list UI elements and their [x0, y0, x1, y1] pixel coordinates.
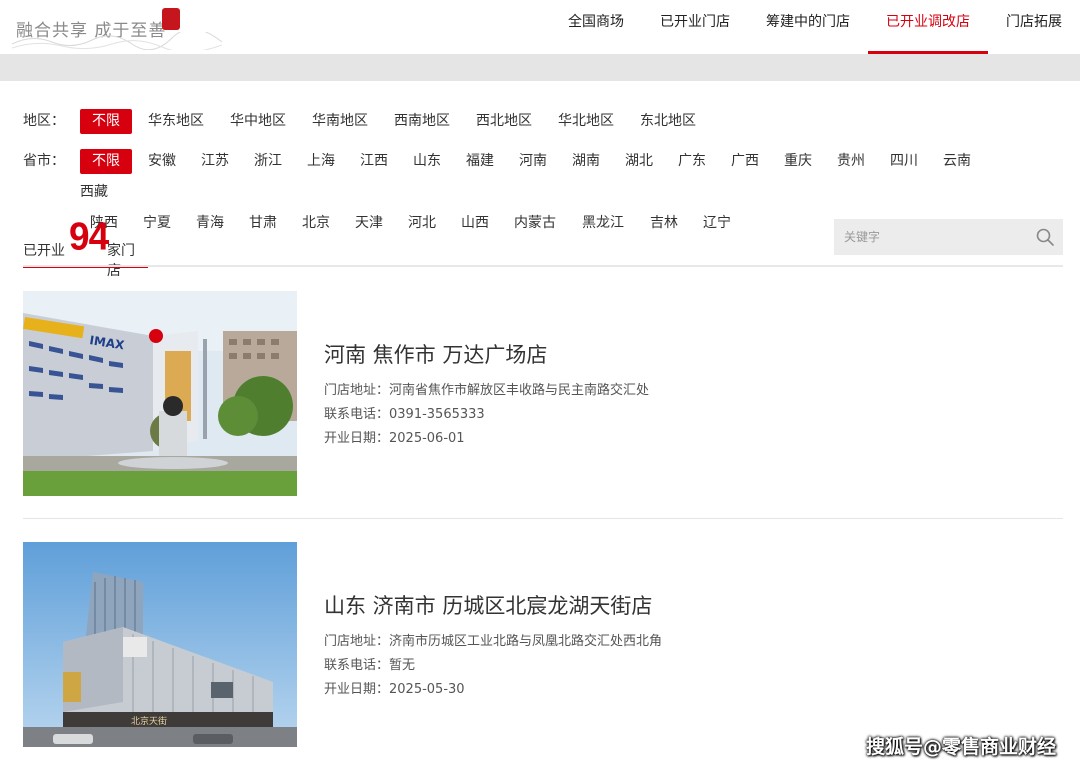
province-option-unlimited[interactable]: 不限	[80, 149, 132, 174]
province-option[interactable]: 四川	[890, 149, 918, 174]
province-option[interactable]: 湖南	[572, 149, 600, 174]
province-options-line1: 不限 安徽 江苏 浙江 上海 江西 山东 福建 河南 湖南 湖北 广东 广西 重庆 贵州 四川 云南西藏	[80, 149, 1040, 205]
province-option[interactable]: 北京	[302, 211, 330, 236]
search-input[interactable]	[834, 219, 1044, 255]
province-option[interactable]: 山东	[413, 149, 441, 174]
store-count: 94	[69, 214, 109, 258]
address-value: 济南市历城区工业北路与凤凰北路交汇处西北角	[389, 634, 663, 649]
store-card[interactable]: IMAX 河南 焦作市 万达广场店 门店地址：河南省焦作市解放区丰收路与民主南路…	[23, 291, 1063, 496]
region-filter-label: 地区：	[23, 113, 65, 129]
logo-wave-decoration	[12, 32, 222, 50]
store-title[interactable]: 山东 济南市 历城区北宸龙湖天街店	[324, 590, 652, 620]
store-sign-text: 北京天街	[131, 715, 167, 727]
province-option[interactable]: 甘肃	[249, 211, 277, 236]
address-label: 门店地址：	[324, 383, 390, 398]
store-address: 门店地址：河南省焦作市解放区丰收路与民主南路交汇处	[324, 379, 649, 398]
date-label: 开业日期：	[324, 682, 390, 697]
date-value: 2025-05-30	[389, 682, 465, 697]
province-option[interactable]: 安徽	[148, 149, 176, 174]
store-photo[interactable]: 北京天街	[23, 542, 297, 747]
province-option[interactable]: 浙江	[254, 149, 282, 174]
province-option[interactable]: 西藏	[80, 180, 108, 205]
store-photo[interactable]: IMAX	[23, 291, 297, 496]
nav-upcoming-stores[interactable]: 筹建中的门店	[748, 0, 868, 54]
province-filter-label: 省市：	[23, 153, 65, 169]
nav-renovated-stores[interactable]: 已开业调改店	[868, 0, 988, 54]
address-label: 门店地址：	[324, 634, 390, 649]
province-option[interactable]: 辽宁	[703, 211, 731, 236]
province-option[interactable]: 天津	[355, 211, 383, 236]
phone-label: 联系电话：	[324, 658, 390, 673]
store-photo-mall-illustration: IMAX	[23, 291, 297, 496]
region-options: 不限 华东地区 华中地区 华南地区 西南地区 西北地区 华北地区 东北地区	[80, 109, 1060, 134]
count-suffix: 家门店	[107, 243, 135, 279]
phone-value: 0391-3565333	[389, 407, 485, 422]
region-option[interactable]: 东北地区	[640, 109, 696, 134]
count-prefix: 已开业	[23, 243, 65, 259]
region-option[interactable]: 华北地区	[558, 109, 614, 134]
province-option[interactable]: 黑龙江	[582, 211, 624, 236]
store-card[interactable]: 北京天街 山东 济南市 历城区北宸龙湖天街店 门店地址：济南市历城区工业北路与凤…	[23, 542, 1063, 747]
province-option[interactable]: 湖北	[625, 149, 653, 174]
store-title[interactable]: 河南 焦作市 万达广场店	[324, 339, 547, 369]
logo-seal	[162, 8, 180, 30]
store-count-tab[interactable]: 已开业 94 家门店	[23, 212, 148, 279]
nav-national-malls[interactable]: 全国商场	[550, 0, 642, 54]
store-photo-mall-illustration: 北京天街	[23, 542, 297, 747]
region-option[interactable]: 华东地区	[148, 109, 204, 134]
province-option[interactable]: 江西	[360, 149, 388, 174]
province-option[interactable]: 广东	[678, 149, 706, 174]
province-option[interactable]: 江苏	[201, 149, 229, 174]
nav-store-expansion[interactable]: 门店拓展	[988, 0, 1080, 54]
province-option[interactable]: 广西	[731, 149, 759, 174]
store-phone: 联系电话：0391-3565333	[324, 403, 485, 422]
nav-opened-stores[interactable]: 已开业门店	[642, 0, 748, 54]
region-option[interactable]: 华南地区	[312, 109, 368, 134]
section-divider	[23, 265, 1063, 267]
top-header: 融合共享 成于至善 全国商场 已开业门店 筹建中的门店 已开业调改店 门店拓展	[0, 0, 1080, 54]
phone-label: 联系电话：	[324, 407, 390, 422]
province-option[interactable]: 福建	[466, 149, 494, 174]
province-option[interactable]: 青海	[196, 211, 224, 236]
region-option[interactable]: 西北地区	[476, 109, 532, 134]
region-option[interactable]: 华中地区	[230, 109, 286, 134]
province-option[interactable]: 内蒙古	[514, 211, 556, 236]
store-open-date: 开业日期：2025-06-01	[324, 427, 465, 446]
store-open-date: 开业日期：2025-05-30	[324, 678, 465, 697]
search-box	[834, 219, 1063, 255]
main-nav: 全国商场 已开业门店 筹建中的门店 已开业调改店 门店拓展	[550, 0, 1080, 54]
province-option[interactable]: 吉林	[650, 211, 678, 236]
date-value: 2025-06-01	[389, 431, 465, 446]
province-option[interactable]: 贵州	[837, 149, 865, 174]
brand-logo[interactable]: 融合共享 成于至善	[12, 6, 222, 50]
region-option[interactable]: 西南地区	[394, 109, 450, 134]
phone-value: 暂无	[389, 658, 416, 673]
province-option[interactable]: 上海	[307, 149, 335, 174]
source-watermark: 搜狐号@零售商业财经	[865, 736, 1056, 758]
region-option-unlimited[interactable]: 不限	[80, 109, 132, 134]
store-address: 门店地址：济南市历城区工业北路与凤凰北路交汇处西北角	[324, 630, 662, 649]
province-option[interactable]: 云南	[943, 149, 971, 174]
province-option[interactable]: 重庆	[784, 149, 812, 174]
province-option[interactable]: 河南	[519, 149, 547, 174]
province-option[interactable]: 河北	[408, 211, 436, 236]
store-divider	[23, 518, 1063, 519]
search-icon[interactable]	[1035, 227, 1055, 247]
store-phone: 联系电话：暂无	[324, 654, 415, 673]
address-value: 河南省焦作市解放区丰收路与民主南路交汇处	[389, 383, 650, 398]
date-label: 开业日期：	[324, 431, 390, 446]
region-filter: 地区： 不限 华东地区 华中地区 华南地区 西南地区 西北地区 华北地区 东北地区	[23, 109, 1060, 134]
banner-strip	[0, 54, 1080, 81]
province-option[interactable]: 山西	[461, 211, 489, 236]
